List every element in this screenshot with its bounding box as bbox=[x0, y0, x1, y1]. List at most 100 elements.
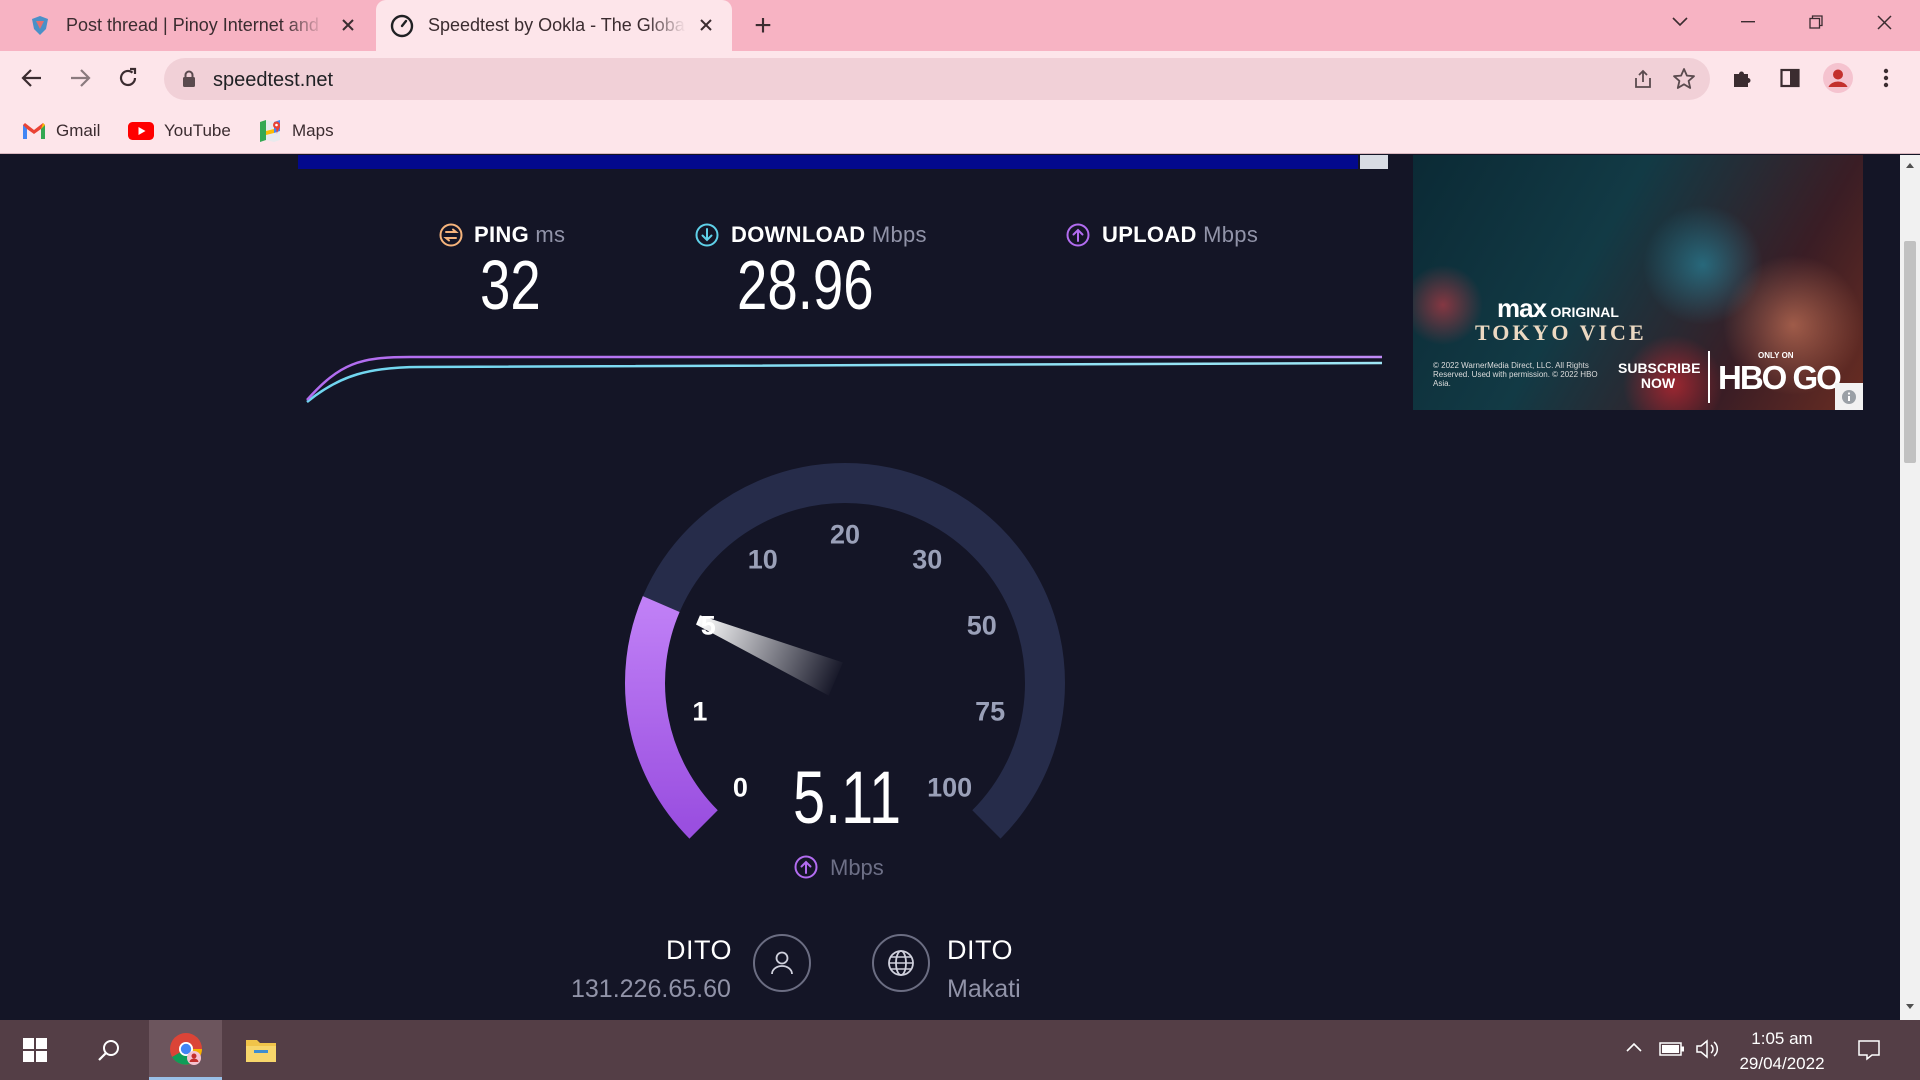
lock-icon bbox=[183, 70, 195, 87]
max-logo: max bbox=[1497, 293, 1547, 323]
clock-date[interactable]: 29/04/2022 bbox=[1722, 1054, 1842, 1074]
ad-divider bbox=[1708, 351, 1710, 403]
volume-icon[interactable] bbox=[1695, 1038, 1721, 1060]
tab-post-thread[interactable]: Post thread | Pinoy Internet and Technol… bbox=[14, 0, 370, 51]
taskbar-search-button[interactable] bbox=[84, 1020, 134, 1080]
bookmark-star-icon[interactable] bbox=[1672, 67, 1696, 91]
restore-button[interactable] bbox=[1784, 0, 1848, 44]
tab-close-icon[interactable] bbox=[337, 14, 359, 36]
battery-icon[interactable] bbox=[1659, 1042, 1685, 1056]
gauge-tick-20: 20 bbox=[829, 519, 861, 550]
minimize-button[interactable] bbox=[1716, 0, 1780, 44]
isp-ip-address: 131.226.65.60 bbox=[571, 975, 731, 1003]
server-globe-button[interactable] bbox=[872, 934, 930, 992]
address-bar[interactable]: speedtest.net bbox=[164, 58, 1710, 100]
chevron-up-icon[interactable] bbox=[1626, 1042, 1642, 1052]
gauge-needle bbox=[696, 615, 843, 696]
scroll-thumb[interactable] bbox=[1904, 241, 1916, 463]
ping-value: 32 bbox=[480, 246, 541, 324]
ad-info-icon[interactable] bbox=[1835, 383, 1863, 410]
tab-speedtest[interactable]: Speedtest by Ookla - The Global Broadban… bbox=[376, 0, 732, 51]
download-icon bbox=[695, 223, 719, 247]
minimize-icon bbox=[1741, 21, 1755, 23]
ad-legal: © 2022 WarnerMedia Direct, LLC. All Righ… bbox=[1433, 361, 1598, 388]
gauge-tick-5: 5 bbox=[700, 610, 716, 641]
windows-taskbar: 1:05 am 29/04/2022 bbox=[0, 1020, 1920, 1080]
chrome-menu-button[interactable] bbox=[1866, 58, 1906, 98]
bookmark-maps[interactable]: Maps bbox=[258, 116, 334, 146]
bookmark-gmail[interactable]: Gmail bbox=[22, 116, 100, 146]
tab-close-icon[interactable] bbox=[695, 14, 717, 36]
ad-info-badge[interactable] bbox=[1360, 155, 1388, 169]
share-icon[interactable] bbox=[1632, 68, 1654, 90]
upload-icon bbox=[1066, 223, 1090, 247]
youtube-icon bbox=[128, 122, 154, 140]
reload-icon bbox=[119, 67, 137, 87]
gmail-icon bbox=[23, 123, 45, 139]
scroll-down-icon[interactable] bbox=[1905, 1003, 1915, 1011]
server-location: Makati bbox=[947, 975, 1021, 1003]
page-scrollbar[interactable] bbox=[1900, 155, 1920, 1020]
windows-logo-icon bbox=[23, 1038, 47, 1062]
upload-title: UPLOAD bbox=[1102, 222, 1197, 247]
search-icon bbox=[98, 1040, 119, 1061]
hbo-go-ad[interactable]: max ORIGINAL TOKYO VICE © 2022 WarnerMed… bbox=[1413, 155, 1863, 410]
gauge-tick-10: 10 bbox=[747, 544, 778, 575]
upload-mode-icon bbox=[794, 855, 818, 879]
ad-service-logo: HBO GO bbox=[1718, 359, 1842, 396]
puzzle-icon bbox=[1734, 71, 1751, 87]
user-icon bbox=[771, 951, 793, 975]
taskbar-chrome-button[interactable] bbox=[149, 1020, 222, 1080]
kebab-menu-icon bbox=[1883, 68, 1889, 88]
bookmark-youtube[interactable]: YouTube bbox=[128, 116, 231, 146]
side-panel-button[interactable] bbox=[1770, 58, 1810, 98]
chrome-icon bbox=[169, 1032, 202, 1065]
download-title: DOWNLOAD bbox=[731, 222, 866, 247]
ad-cta[interactable]: SUBSCRIBE NOW bbox=[1618, 361, 1700, 391]
profile-button[interactable] bbox=[1818, 58, 1858, 98]
globe-icon bbox=[888, 950, 914, 976]
gauge-tick-100: 100 bbox=[927, 772, 973, 803]
tab-title: Post thread | Pinoy Internet and Technol… bbox=[66, 15, 324, 35]
start-button[interactable] bbox=[10, 1020, 60, 1080]
tab-strip: Post thread | Pinoy Internet and Technol… bbox=[0, 0, 1920, 51]
reload-button[interactable] bbox=[108, 58, 148, 98]
isp-name: DITO bbox=[666, 935, 733, 965]
taskbar-file-explorer-button[interactable] bbox=[236, 1020, 286, 1080]
bookmark-label: Maps bbox=[292, 121, 334, 140]
close-icon bbox=[1876, 14, 1892, 30]
new-tab-button[interactable]: + bbox=[746, 9, 780, 43]
speedtest-page: PING ms 32 DOWNLOAD Mbps 28.96 UPLOAD Mb… bbox=[0, 155, 1900, 1020]
tab-search-button[interactable] bbox=[1648, 0, 1712, 44]
server-name[interactable]: DITO bbox=[947, 935, 1013, 966]
download-graph-line bbox=[306, 361, 1383, 403]
gauge-tick-50: 50 bbox=[966, 610, 997, 641]
maps-icon bbox=[260, 120, 281, 142]
avatar bbox=[1823, 63, 1853, 93]
side-panel-icon bbox=[1780, 68, 1800, 88]
arrow-left-icon bbox=[21, 69, 41, 87]
gauge-tick-1: 1 bbox=[692, 696, 708, 727]
gauge-tick-75: 75 bbox=[975, 696, 1006, 727]
url-text: speedtest.net bbox=[213, 69, 334, 91]
arrow-right-icon bbox=[71, 69, 91, 87]
tab-favicon-icon bbox=[28, 14, 52, 38]
forward-button[interactable] bbox=[60, 58, 100, 98]
extensions-button[interactable] bbox=[1722, 58, 1762, 98]
bookmark-label: Gmail bbox=[56, 121, 101, 140]
browser-toolbar: speedtest.net bbox=[0, 51, 1920, 106]
scroll-up-icon[interactable] bbox=[1905, 161, 1915, 169]
folder-icon bbox=[246, 1040, 276, 1062]
back-button[interactable] bbox=[12, 58, 52, 98]
close-window-button[interactable] bbox=[1852, 0, 1916, 44]
isp-user-button[interactable] bbox=[753, 934, 811, 992]
chevron-down-icon bbox=[1672, 17, 1688, 27]
gauge-current-value: 5.11 bbox=[793, 756, 902, 839]
ad-show-title: TOKYO VICE bbox=[1475, 320, 1647, 345]
max-suffix: ORIGINAL bbox=[1550, 304, 1619, 320]
plus-icon: + bbox=[754, 9, 772, 42]
clock-time[interactable]: 1:05 am bbox=[1722, 1029, 1842, 1049]
speed-graph bbox=[306, 355, 1383, 403]
notification-icon[interactable] bbox=[1857, 1038, 1881, 1062]
restore-icon bbox=[1809, 15, 1823, 29]
